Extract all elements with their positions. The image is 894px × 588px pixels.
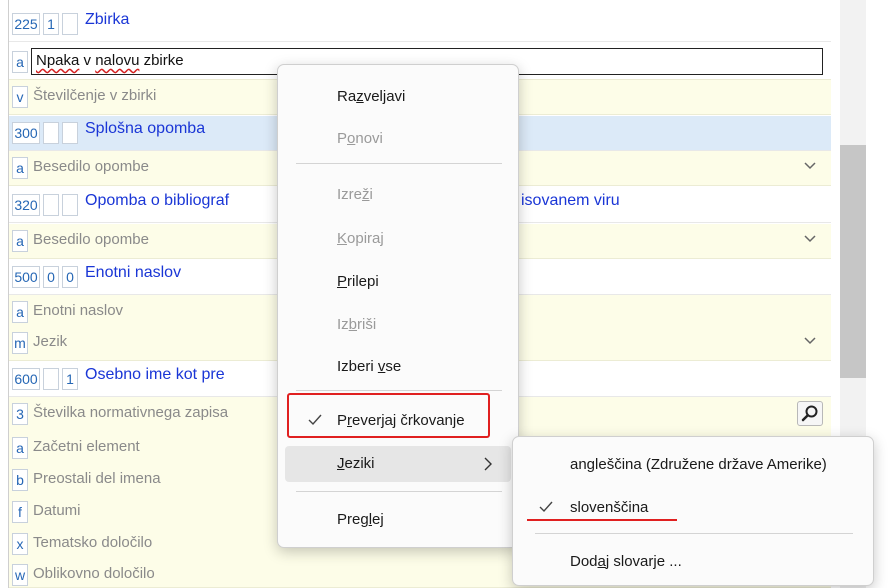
tag-code[interactable]: 225	[12, 13, 40, 35]
subfield-label[interactable]: Jezik	[33, 333, 67, 350]
subfield-label[interactable]: Tematsko določilo	[33, 534, 152, 551]
word: v	[79, 52, 96, 69]
subfield-code[interactable]: a	[12, 230, 28, 252]
tag-title-tail: isovanem viru	[521, 192, 620, 209]
menu-item-delete[interactable]: Izbriši	[285, 307, 511, 343]
subfield-label[interactable]: Preostali del imena	[33, 470, 161, 487]
subfield-label[interactable]: Številčenje v zbirki	[33, 87, 156, 104]
chevron-down-icon[interactable]	[803, 334, 817, 348]
menu-item-add-dictionaries[interactable]: Dodaj slovarje ...	[520, 544, 866, 580]
subfield-code[interactable]: f	[12, 501, 28, 523]
indicator-1[interactable]: 1	[43, 13, 59, 35]
scrollbar-thumb[interactable]	[840, 145, 866, 378]
highlight-box	[287, 393, 490, 438]
tag-title: Enotni naslov	[85, 264, 182, 281]
tag-code[interactable]: 500	[12, 266, 40, 288]
chevron-down-icon[interactable]	[803, 232, 817, 246]
menu-separator	[535, 533, 853, 534]
subfield-code[interactable]: a	[12, 437, 28, 459]
subfield-code[interactable]: m	[12, 332, 28, 354]
tag-code[interactable]: 300	[12, 122, 40, 144]
menu-item-select-all[interactable]: Izberi vse	[285, 349, 511, 385]
checkmark-icon	[539, 501, 553, 513]
highlight-underline	[527, 519, 677, 521]
subfield-label[interactable]: Besedilo opombe	[33, 231, 149, 248]
tag-title: Opomba o bibliograf	[85, 192, 230, 209]
indicator-2[interactable]: 1	[62, 368, 78, 390]
subfield-code[interactable]: v	[12, 86, 28, 108]
subfield-code[interactable]: b	[12, 469, 28, 491]
tag-code[interactable]: 320	[12, 194, 40, 216]
subfield-label[interactable]: Besedilo opombe	[33, 158, 149, 175]
menu-item-undo[interactable]: Razveljavi	[285, 79, 511, 115]
tag-code[interactable]: 600	[12, 368, 40, 390]
subfield-code[interactable]: a	[12, 301, 28, 323]
indicator-2[interactable]	[62, 194, 78, 216]
tag-title: Zbirka	[85, 11, 130, 28]
subfield-label[interactable]: Enotni naslov	[33, 302, 123, 319]
indicator-2[interactable]	[62, 122, 78, 144]
menu-item-languages[interactable]: Jeziki	[285, 446, 511, 482]
subfield-code[interactable]: w	[12, 564, 28, 586]
menu-separator	[296, 163, 502, 164]
subfield-code[interactable]: 3	[12, 403, 28, 425]
subfield-code[interactable]: a	[12, 157, 28, 179]
misspelled-word[interactable]: nalovu	[95, 52, 139, 69]
tag-title: Osebno ime kot pre	[85, 366, 225, 383]
misspelled-word[interactable]: Npaka	[36, 52, 79, 69]
menu-item-redo[interactable]: Ponovi	[285, 121, 511, 157]
language-label: slovenščina	[570, 499, 649, 516]
indicator-1[interactable]	[43, 368, 59, 390]
subfield-code[interactable]: x	[12, 533, 28, 555]
chevron-right-icon	[484, 457, 492, 471]
search-icon	[801, 405, 818, 422]
menu-item-copy[interactable]: Kopiraj	[285, 221, 511, 257]
menu-item-cut[interactable]: Izreži	[285, 177, 511, 213]
subfield-label[interactable]: Oblikovno določilo	[33, 565, 155, 582]
menu-separator	[296, 491, 502, 492]
chevron-down-icon[interactable]	[803, 159, 817, 173]
context-menu: Razveljavi Ponovi Izreži Kopiraj Prilepi…	[277, 64, 519, 548]
menu-item-review[interactable]: Preglej	[285, 502, 511, 538]
indicator-2[interactable]: 0	[62, 266, 78, 288]
language-english[interactable]: angleščina (Združene države Amerike)	[520, 447, 866, 483]
indicator-2[interactable]	[62, 13, 78, 35]
languages-submenu: angleščina (Združene države Amerike) slo…	[512, 436, 874, 586]
menu-item-paste[interactable]: Prilepi	[285, 264, 511, 300]
subfield-label[interactable]: Začetni element	[33, 438, 140, 455]
indicator-1[interactable]	[43, 194, 59, 216]
indicator-1[interactable]: 0	[43, 266, 59, 288]
subfield-label[interactable]: Številka normativnega zapisa	[33, 404, 228, 421]
word: zbirke	[139, 52, 184, 69]
indicator-1[interactable]	[43, 122, 59, 144]
tag-title: Splošna opomba	[85, 120, 206, 137]
field-row-225[interactable]: 225 1 Zbirka	[9, 7, 831, 42]
lookup-button[interactable]	[797, 401, 823, 426]
subfield-code[interactable]: a	[12, 51, 28, 73]
subfield-label[interactable]: Datumi	[33, 502, 81, 519]
menu-separator	[296, 390, 502, 391]
